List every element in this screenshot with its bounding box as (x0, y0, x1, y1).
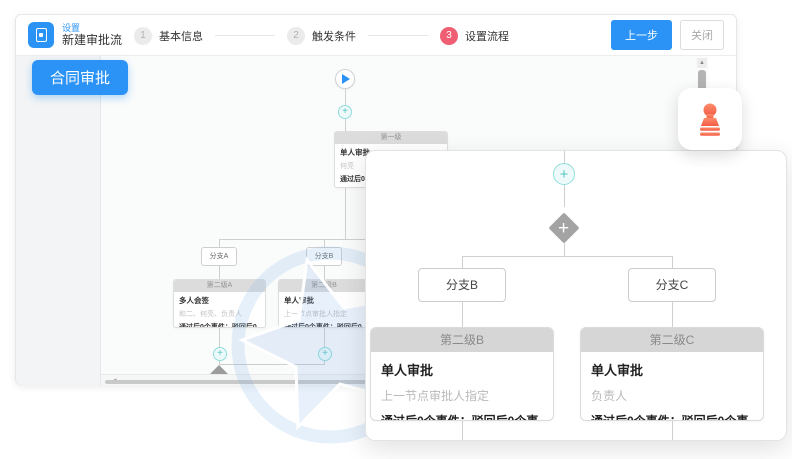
title-block: 设置 新建审批流 (62, 23, 122, 47)
node-body: 多人会签 和二、何亮、负责人 通过后0个事件；驳回后0个事件 (174, 292, 265, 328)
left-panel (16, 56, 101, 385)
node-header: 第二级A (174, 280, 265, 292)
approval-type: 单人审批 (284, 295, 364, 306)
start-node[interactable] (335, 69, 355, 89)
branch-node-b[interactable]: 分支B (306, 247, 342, 266)
step-basic-info[interactable]: 1 基本信息 (134, 27, 203, 45)
node-header: 第二级B (279, 280, 369, 292)
connector-line (672, 421, 673, 441)
connector-line (462, 421, 463, 441)
topbar-buttons: 上一步 关闭 (611, 20, 724, 50)
step-label: 设置流程 (465, 28, 509, 44)
approval-node-level2a[interactable]: 第二级A 多人会签 和二、何亮、负责人 通过后0个事件；驳回后0个事件 (173, 279, 266, 328)
approver: 上一节点审批人指定 (381, 387, 543, 404)
connector-line (672, 256, 673, 268)
node-header: 第二级B (371, 328, 553, 352)
event-summary: 通过后0个事件；驳回后0个事件 (591, 412, 753, 421)
step-set-process[interactable]: 3 设置流程 (440, 27, 509, 45)
step-connector (215, 35, 275, 36)
approver: 负责人 (591, 387, 753, 404)
approval-node-level2c[interactable]: 第二级C 单人审批 负责人 通过后0个事件；驳回后0个事件 (580, 327, 764, 421)
connector-line (324, 328, 325, 347)
connector-line (219, 239, 220, 247)
step-number: 3 (440, 27, 458, 45)
step-label: 基本信息 (159, 28, 203, 44)
connector-line (462, 256, 463, 268)
connector-line (564, 243, 565, 256)
stamp-card[interactable] (678, 88, 742, 150)
document-icon (36, 28, 47, 42)
approval-type: 单人审批 (591, 360, 753, 379)
stamp-icon (693, 101, 727, 137)
approval-node-level2b[interactable]: 第二级B 单人审批 上一节点审批人指定 通过后0个事件；驳回后0个事件 (278, 279, 370, 328)
add-node-button[interactable]: + (213, 347, 227, 361)
node-header: 第一级 (335, 132, 447, 144)
connector-line (564, 151, 565, 163)
node-header: 第二级C (581, 328, 763, 352)
add-node-button[interactable]: + (318, 347, 332, 361)
branch-node-b[interactable]: 分支B (418, 268, 506, 302)
approver: 和二、何亮、负责人 (179, 309, 260, 319)
page: 设置 新建审批流 1 基本信息 2 触发条件 3 设置流程 (0, 0, 792, 459)
app-icon (28, 22, 54, 48)
zoom-preview-panel: + + 分支B 分支C 第二级B 单人审批 上一节点审批人指定 通过后0个事件；… (365, 150, 787, 441)
connector-line (672, 302, 673, 327)
topbar: 设置 新建审批流 1 基本信息 2 触发条件 3 设置流程 (16, 15, 736, 56)
node-body: 单人审批 上一节点审批人指定 通过后0个事件；驳回后0个事件 (371, 352, 553, 421)
approval-node-level2b[interactable]: 第二级B 单人审批 上一节点审批人指定 通过后0个事件；驳回后0个事件 (370, 327, 554, 421)
connector-line (462, 256, 672, 257)
connector-line (345, 188, 346, 239)
connector-line (564, 185, 565, 207)
page-title: 新建审批流 (62, 33, 122, 47)
step-indicator: 1 基本信息 2 触发条件 3 设置流程 (134, 15, 509, 56)
connector-line (345, 119, 346, 131)
step-number: 1 (134, 27, 152, 45)
add-node-button[interactable]: + (338, 105, 352, 119)
gateway-plus-icon: + (558, 219, 569, 238)
step-label: 触发条件 (312, 28, 356, 44)
connector-line (345, 89, 346, 105)
approver: 上一节点审批人指定 (284, 309, 364, 319)
approval-type: 多人会签 (179, 295, 260, 306)
step-number: 2 (287, 27, 305, 45)
close-button[interactable]: 关闭 (680, 20, 724, 50)
connector-line (324, 266, 325, 279)
step-trigger-condition[interactable]: 2 触发条件 (287, 27, 356, 45)
add-node-button[interactable]: + (553, 163, 575, 185)
branch-node-a[interactable]: 分支A (201, 247, 237, 266)
play-icon (342, 74, 350, 84)
connector-line (324, 239, 325, 247)
connector-line (462, 302, 463, 327)
node-body: 单人审批 负责人 通过后0个事件；驳回后0个事件 (581, 352, 763, 421)
flow-name-tag: 合同审批 (32, 60, 128, 95)
branch-node-c[interactable]: 分支C (628, 268, 716, 302)
scroll-up-icon[interactable]: ▲ (697, 58, 707, 68)
connector-line (219, 328, 220, 347)
node-body: 单人审批 上一节点审批人指定 通过后0个事件；驳回后0个事件 (279, 292, 369, 328)
prev-step-button[interactable]: 上一步 (611, 20, 672, 50)
connector-line (219, 364, 325, 365)
approval-type: 单人审批 (381, 360, 543, 379)
breadcrumb-category: 设置 (62, 23, 122, 33)
connector-line (219, 266, 220, 279)
event-summary: 通过后0个事件；驳回后0个事件 (381, 412, 543, 421)
step-connector (368, 35, 428, 36)
